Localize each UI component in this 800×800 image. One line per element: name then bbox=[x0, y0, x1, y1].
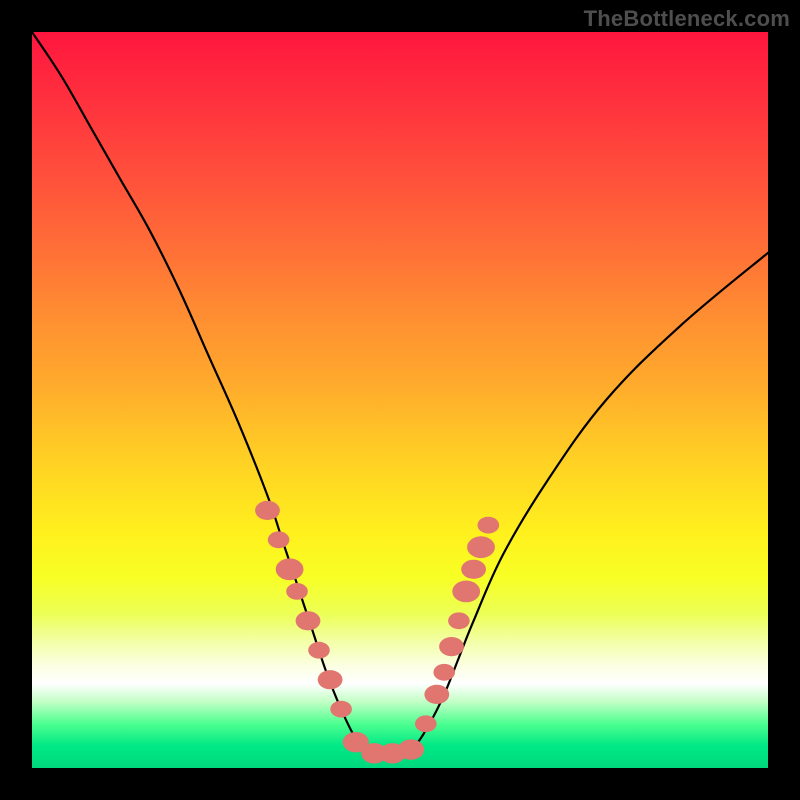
curve-marker bbox=[415, 715, 437, 732]
curve-marker bbox=[268, 531, 290, 548]
marker-group bbox=[255, 501, 499, 764]
plot-area bbox=[32, 32, 768, 768]
curve-marker bbox=[424, 685, 449, 704]
curve-marker bbox=[433, 664, 455, 681]
curve-marker bbox=[318, 670, 343, 689]
curve-marker bbox=[461, 560, 486, 579]
curve-marker bbox=[330, 701, 352, 718]
chart-frame: TheBottleneck.com bbox=[0, 0, 800, 800]
curve-marker bbox=[467, 536, 495, 558]
curve-marker bbox=[398, 739, 424, 759]
curve-marker bbox=[439, 637, 464, 656]
curve-marker bbox=[478, 517, 500, 534]
bottleneck-curve bbox=[32, 32, 768, 754]
watermark-text: TheBottleneck.com bbox=[584, 6, 790, 32]
curve-marker bbox=[452, 581, 480, 603]
curve-marker bbox=[296, 611, 321, 630]
curve-marker bbox=[448, 612, 470, 629]
curve-marker bbox=[308, 642, 330, 659]
curve-marker bbox=[276, 558, 304, 580]
curve-marker bbox=[286, 583, 308, 600]
curve-layer bbox=[32, 32, 768, 768]
curve-marker bbox=[255, 501, 280, 520]
